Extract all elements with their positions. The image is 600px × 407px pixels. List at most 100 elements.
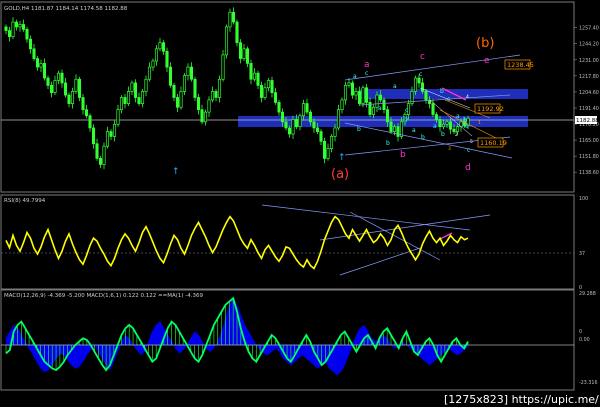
candle-body xyxy=(392,126,397,132)
candle-body xyxy=(382,99,386,111)
candle-body xyxy=(385,109,390,123)
arrow-up-icon: ↑ xyxy=(172,167,180,177)
candle-body xyxy=(56,72,61,81)
candle-body xyxy=(112,123,117,137)
candle-body xyxy=(364,87,369,103)
candle-body xyxy=(186,66,190,76)
wave-label: a xyxy=(364,60,370,70)
candle-body xyxy=(39,63,43,68)
candle-body xyxy=(84,109,89,117)
price-tick-label: 1244.20 xyxy=(579,42,599,48)
candle-body xyxy=(343,84,348,101)
macd-zero-label: 0 xyxy=(579,329,582,335)
wave-label: 2 xyxy=(455,132,458,138)
candle-body xyxy=(417,77,421,84)
price-tick-label: 1165.00 xyxy=(579,138,599,144)
wave-label: 1 xyxy=(478,120,481,126)
wave-label: b xyxy=(400,150,406,160)
candle-body xyxy=(165,50,169,68)
price-tag-label: 1238.45 xyxy=(507,61,534,69)
current-price-label: 1182.88 xyxy=(576,118,599,124)
candle-body xyxy=(74,78,78,92)
candle-body xyxy=(214,91,218,98)
candle-body xyxy=(347,82,351,86)
candle-body xyxy=(266,80,271,89)
candle-body xyxy=(182,75,187,92)
candle-body xyxy=(291,119,295,135)
candle-body xyxy=(88,115,92,129)
candle-body xyxy=(63,82,68,96)
rsi-panel-header: RSI(8) 49.7994 xyxy=(4,198,46,204)
candle-body xyxy=(336,109,341,129)
candle-body xyxy=(256,72,260,86)
rsi-tick-label: 37 xyxy=(579,251,585,257)
watermark: [1275x823] https://upic.me/ xyxy=(440,391,600,407)
candle-body xyxy=(161,42,166,52)
candle-body xyxy=(431,103,435,115)
macd-panel-header: MACD(12,26,9) -4.369 -5.200 MACD(1,6,1) … xyxy=(4,293,203,299)
candle-body xyxy=(224,26,229,56)
candle-body xyxy=(77,78,82,98)
candle-body xyxy=(308,111,313,123)
candle-body xyxy=(399,121,404,137)
wave-label: e xyxy=(484,56,490,66)
candle-body xyxy=(301,103,306,117)
candle-body xyxy=(277,102,281,113)
candle-body xyxy=(305,103,309,113)
candle-body xyxy=(329,136,334,149)
candle-body xyxy=(140,91,145,104)
wave-label: 3 xyxy=(448,146,451,152)
candle-body xyxy=(32,48,36,59)
chart-canvas: 1257.40 1244.20 1231.00 1217.80 1204.60 1191.… xyxy=(0,0,600,407)
candle-body xyxy=(221,54,225,80)
price-panel-header: GOLD,H4 1181.87 1184.14 1174.58 1182.88 xyxy=(4,6,128,12)
candle-body xyxy=(242,48,246,59)
price-tick-label: 1191.40 xyxy=(579,106,599,112)
wave-label: 4 xyxy=(466,94,469,100)
candle-body xyxy=(133,82,138,98)
candle-body xyxy=(298,115,302,128)
candle-body xyxy=(35,58,40,68)
candle-body xyxy=(42,63,47,79)
wave-label: 5 xyxy=(470,139,473,145)
candle-body xyxy=(81,97,85,111)
wave-label: b xyxy=(441,131,445,138)
candle-body xyxy=(130,82,134,92)
candle-body xyxy=(263,87,267,98)
wave-label: a xyxy=(378,105,382,112)
candle-body xyxy=(154,48,159,62)
candle-body xyxy=(151,60,155,68)
wave-label: c xyxy=(447,96,450,103)
price-tick-label: 1231.00 xyxy=(579,58,599,64)
candle-body xyxy=(249,63,253,80)
price-tick-label: 1257.40 xyxy=(579,26,599,32)
wave-label: a xyxy=(353,73,357,80)
candle-body xyxy=(119,97,124,111)
candle-body xyxy=(389,121,393,132)
candle-body xyxy=(144,78,148,92)
candle-body xyxy=(238,42,243,59)
candle-body xyxy=(438,119,442,128)
candle-body xyxy=(322,140,327,159)
candle-body xyxy=(203,111,208,123)
candle-body xyxy=(126,91,131,104)
candle-body xyxy=(200,109,204,123)
candle-body xyxy=(147,66,152,80)
candle-body xyxy=(14,21,19,28)
price-tick-label: 1204.60 xyxy=(579,90,599,96)
candle-body xyxy=(193,78,197,98)
wave-label: a xyxy=(393,83,397,90)
wave-label: b xyxy=(357,126,361,133)
macd-tick-label: 29.288 xyxy=(579,291,596,297)
macd-tick-label: -23.316 xyxy=(579,380,598,386)
candle-body xyxy=(350,82,355,96)
wave-label: (a) xyxy=(331,167,349,182)
candle-body xyxy=(333,127,337,137)
candle-body xyxy=(123,97,127,104)
candle-body xyxy=(11,21,15,37)
candle-body xyxy=(357,91,362,104)
candle-body xyxy=(116,109,120,125)
candle-body xyxy=(70,91,75,104)
candle-body xyxy=(91,127,96,145)
wave-label: c xyxy=(420,52,425,62)
